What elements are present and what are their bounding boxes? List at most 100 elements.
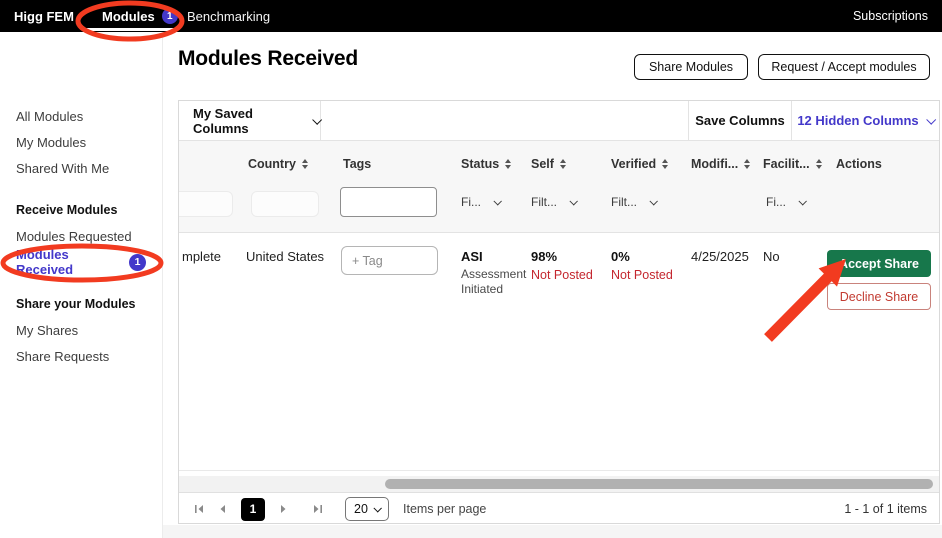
column-label: Country (248, 157, 296, 171)
facility-filter-dropdown[interactable]: Fi... (766, 195, 805, 209)
column-header-verified[interactable]: Verified (611, 157, 668, 171)
table-toolbar: My Saved Columns Save Columns 12 Hidden … (179, 101, 939, 141)
column-header-status[interactable]: Status (461, 157, 511, 171)
sidebar-section-share-your-modules: Share your Modules (0, 291, 162, 317)
previous-page-button[interactable] (215, 501, 231, 517)
sidebar-item-modules-requested[interactable]: Modules Requested (0, 223, 162, 249)
hidden-columns-dropdown[interactable]: 12 Hidden Columns (791, 101, 939, 140)
self-score: 98% (531, 249, 593, 264)
request-accept-modules-button[interactable]: Request / Accept modules (758, 54, 930, 80)
received-count-badge: 1 (129, 254, 146, 271)
sidebar: All Modules My Modules Shared With Me Re… (0, 32, 163, 538)
column-header-modified[interactable]: Modifi... (691, 157, 750, 171)
active-tab-underline (86, 28, 176, 31)
sidebar-item-shared-with-me[interactable]: Shared With Me (0, 155, 162, 181)
first-page-icon (194, 504, 205, 514)
filter-input-clipped[interactable] (178, 191, 233, 217)
items-per-page-select[interactable]: 20 (345, 497, 389, 521)
hidden-columns-label: 12 Hidden Columns (797, 113, 918, 128)
first-page-button[interactable] (191, 501, 207, 517)
filter-label: Fi... (461, 195, 481, 209)
verified-score: 0% (611, 249, 673, 264)
column-header-tags: Tags (343, 157, 371, 171)
sort-icon[interactable] (744, 159, 750, 169)
column-header-country[interactable]: Country (248, 157, 308, 171)
my-saved-columns-label: My Saved Columns (193, 106, 304, 136)
filter-label: Filt... (611, 195, 637, 209)
filter-label: Fi... (766, 195, 786, 209)
modules-count-badge: 1 (162, 8, 178, 24)
chevron-down-icon (798, 197, 806, 205)
toolbar-spacer (321, 101, 688, 140)
column-label: Status (461, 157, 499, 171)
row-status-cell: ASI Assessment Initiated (461, 249, 527, 297)
filter-label: Filt... (531, 195, 557, 209)
country-filter-input[interactable] (251, 191, 319, 217)
column-header-self[interactable]: Self (531, 157, 566, 171)
status-value: ASI (461, 249, 527, 264)
chevron-down-icon (926, 115, 936, 125)
modules-table-card: My Saved Columns Save Columns 12 Hidden … (178, 100, 940, 524)
accept-share-button[interactable]: Accept Share (827, 250, 931, 277)
column-label: Verified (611, 157, 656, 171)
row-modified-cell: 4/25/2025 (691, 249, 749, 264)
save-columns-button[interactable]: Save Columns (688, 101, 791, 140)
sort-icon[interactable] (816, 159, 822, 169)
column-label: Modifi... (691, 157, 738, 171)
app-logo[interactable]: Higg FEM (14, 0, 74, 32)
row-name-cell: mplete (182, 249, 221, 264)
row-self-cell: 98% Not Posted (531, 249, 593, 282)
column-header-facility[interactable]: Facilit... (763, 157, 822, 171)
sidebar-section-receive-modules: Receive Modules (0, 197, 162, 223)
tags-filter-input[interactable] (340, 187, 437, 217)
chevron-down-icon (373, 504, 381, 512)
page-size-value: 20 (354, 502, 368, 516)
self-filter-dropdown[interactable]: Filt... (531, 195, 576, 209)
sort-icon[interactable] (302, 159, 308, 169)
sidebar-item-share-requests[interactable]: Share Requests (0, 343, 162, 369)
chevron-down-icon (569, 197, 577, 205)
last-page-button[interactable] (309, 501, 325, 517)
items-per-page-label: Items per page (403, 502, 486, 516)
next-page-button[interactable] (275, 501, 291, 517)
column-label: Self (531, 157, 554, 171)
decline-share-button[interactable]: Decline Share (827, 283, 931, 310)
sort-icon[interactable] (662, 159, 668, 169)
previous-page-icon (218, 504, 228, 514)
column-label: Tags (343, 157, 371, 171)
tab-benchmarking[interactable]: Benchmarking (187, 0, 270, 32)
sidebar-item-my-modules[interactable]: My Modules (0, 129, 162, 155)
column-label: Actions (836, 157, 882, 171)
chevron-down-icon (493, 197, 501, 205)
table-row: mplete United States ASI Assessment Init… (179, 233, 939, 471)
tab-modules-label: Modules (102, 9, 155, 24)
table-header: Country Tags Status Self Verified Modifi… (179, 141, 939, 233)
sort-icon[interactable] (505, 159, 511, 169)
top-navigation-bar: Higg FEM Modules 1 Benchmarking Subscrip… (0, 0, 942, 32)
horizontal-scrollbar-track[interactable] (179, 476, 939, 492)
sort-icon[interactable] (560, 159, 566, 169)
page-title: Modules Received (178, 47, 358, 71)
subscriptions-link[interactable]: Subscriptions (853, 0, 928, 32)
page-bottom-strip (163, 525, 942, 538)
current-page-button[interactable]: 1 (241, 498, 265, 521)
my-saved-columns-dropdown[interactable]: My Saved Columns (179, 101, 321, 140)
sidebar-item-modules-received[interactable]: Modules Received 1 (0, 249, 162, 275)
table-footer: 1 20 Items per page 1 - 1 of 1 items (179, 492, 939, 524)
status-filter-dropdown[interactable]: Fi... (461, 195, 500, 209)
self-posted-status: Not Posted (531, 268, 593, 282)
column-label: Facilit... (763, 157, 810, 171)
sidebar-item-all-modules[interactable]: All Modules (0, 103, 162, 129)
add-tag-input[interactable] (341, 246, 438, 275)
sidebar-item-my-shares[interactable]: My Shares (0, 317, 162, 343)
sidebar-item-label: Modules Received (16, 247, 129, 277)
verified-filter-dropdown[interactable]: Filt... (611, 195, 656, 209)
share-modules-button[interactable]: Share Modules (634, 54, 748, 80)
chevron-down-icon (649, 197, 657, 205)
row-country-cell: United States (246, 249, 324, 264)
last-page-icon (312, 504, 323, 514)
next-page-icon (278, 504, 288, 514)
horizontal-scrollbar-thumb[interactable] (385, 479, 933, 489)
pagination-range-label: 1 - 1 of 1 items (844, 502, 927, 516)
row-facility-cell: No (763, 249, 780, 264)
